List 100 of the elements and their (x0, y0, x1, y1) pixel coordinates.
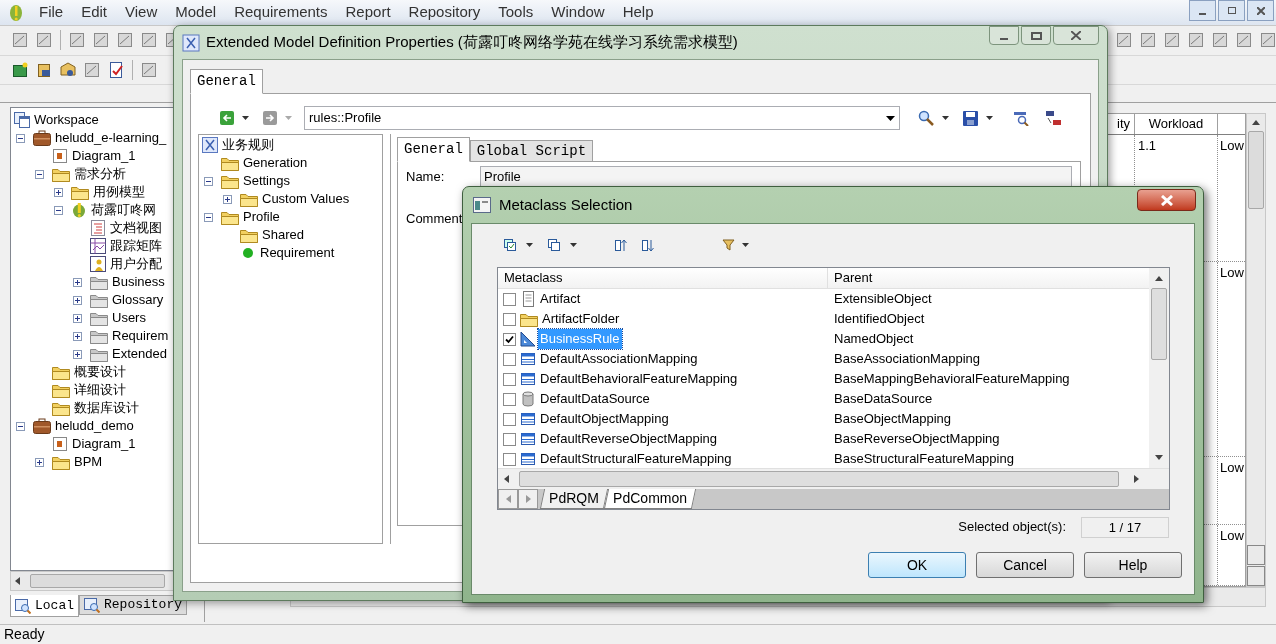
tree-item[interactable]: 跟踪矩阵 (110, 236, 162, 256)
tree-item[interactable]: Requirement (260, 243, 335, 263)
toolbar-icon[interactable] (117, 32, 133, 49)
list-item[interactable]: DefaultStructuralFeatureMapping (538, 449, 734, 469)
toolbar-icon[interactable] (93, 32, 109, 49)
tab[interactable]: Global Script (469, 140, 594, 162)
collapse-toggle-icon[interactable] (16, 133, 25, 143)
select-all-icon[interactable] (504, 239, 516, 251)
tree-item[interactable]: Business (112, 272, 165, 292)
tree-item[interactable]: 概要设计 (74, 362, 126, 382)
tree-item[interactable]: Generation (243, 153, 308, 173)
path-combo-box[interactable]: rules::Profile (304, 106, 900, 130)
sort-down-icon[interactable] (642, 238, 654, 252)
expand-toggle-icon[interactable] (223, 194, 232, 204)
tree-item[interactable]: Users (112, 308, 146, 328)
toolbar-icon[interactable] (1260, 32, 1276, 49)
expand-toggle-icon[interactable] (73, 277, 82, 287)
toolbar-icon[interactable] (108, 61, 124, 78)
vertical-scrollbar[interactable] (1149, 268, 1169, 468)
close-button[interactable] (1137, 189, 1196, 211)
menu-item[interactable]: Edit (72, 1, 117, 24)
tree-item[interactable]: Shared (262, 225, 304, 245)
spell-check-icon[interactable] (1013, 110, 1029, 126)
horizontal-scrollbar[interactable] (498, 468, 1169, 489)
tab[interactable]: General (190, 69, 263, 94)
expand-toggle-icon[interactable] (54, 187, 63, 197)
close-button[interactable] (1053, 26, 1099, 45)
toolbar-icon[interactable] (36, 61, 52, 78)
checkbox[interactable] (503, 292, 516, 306)
checkbox[interactable] (503, 412, 516, 426)
name-field[interactable]: Profile (480, 166, 1072, 187)
menu-item[interactable]: View (116, 1, 167, 24)
toolbar-icon[interactable] (1140, 32, 1156, 49)
tree-item[interactable]: Custom Values (262, 189, 350, 209)
sort-up-icon[interactable] (615, 238, 627, 252)
toolbar-icon[interactable] (141, 32, 157, 49)
toolbar-icon[interactable] (69, 32, 85, 49)
column-header[interactable]: Parent (828, 268, 1149, 288)
maximize-button[interactable] (1021, 26, 1051, 45)
dialog-button[interactable]: Help (1084, 552, 1182, 578)
list-item[interactable]: DefaultObjectMapping (538, 409, 671, 429)
dropdown-arrow-icon[interactable] (942, 116, 949, 120)
deselect-all-icon[interactable] (548, 239, 560, 251)
tree-item[interactable]: Extended (112, 344, 167, 364)
toolbar-icon[interactable] (36, 32, 52, 49)
tree-item[interactable]: 荷露叮咚网 (91, 200, 156, 220)
menu-item[interactable]: Report (336, 1, 400, 24)
list-item[interactable]: ArtifactFolder (540, 309, 622, 329)
save-icon[interactable] (963, 110, 978, 126)
tab[interactable]: General (397, 137, 470, 162)
collapse-toggle-icon[interactable] (35, 169, 44, 179)
menu-item[interactable]: Model (166, 1, 226, 24)
back-arrow-icon[interactable] (220, 111, 234, 125)
expand-toggle-icon[interactable] (73, 313, 82, 323)
toolbar-icon[interactable] (1212, 32, 1228, 49)
checkbox[interactable] (503, 452, 516, 466)
toolbar-icon[interactable] (12, 32, 28, 49)
tree-item[interactable]: Glossary (112, 290, 164, 310)
tree-item[interactable]: Workspace (34, 110, 99, 130)
list-item[interactable]: Artifact (538, 289, 583, 309)
menu-item[interactable]: Requirements (225, 1, 337, 24)
sheet-tab[interactable]: PdRQM (539, 489, 608, 509)
close-button[interactable] (1247, 0, 1274, 21)
tree-item[interactable]: 文档视图 (110, 218, 162, 238)
checkbox[interactable] (503, 332, 516, 346)
filter-icon[interactable] (722, 238, 736, 252)
toolbar-icon[interactable] (12, 61, 28, 78)
tree-item[interactable]: 用例模型 (93, 182, 145, 202)
expand-toggle-icon[interactable] (73, 331, 82, 341)
menu-item[interactable]: Window (542, 1, 614, 24)
tree-item[interactable]: Diagram_1 (72, 434, 136, 454)
dropdown-arrow-icon[interactable] (242, 116, 249, 120)
tree-item[interactable]: 详细设计 (74, 380, 126, 400)
vertical-scrollbar[interactable] (1246, 113, 1266, 587)
column-header[interactable]: Metaclass (498, 268, 828, 288)
dialog-button[interactable]: OK (868, 552, 966, 578)
collapse-toggle-icon[interactable] (204, 176, 213, 186)
checkbox[interactable] (503, 392, 516, 406)
toolbar-icon[interactable] (1188, 32, 1204, 49)
tree-item[interactable]: 业务规则 (222, 135, 274, 155)
forward-arrow-icon[interactable] (263, 111, 277, 125)
tree-item[interactable]: heludd_e-learning_ (55, 128, 167, 148)
tree-item[interactable]: heludd_demo (55, 416, 134, 436)
column-header[interactable]: Workload (1135, 114, 1218, 134)
list-item[interactable]: DefaultBehavioralFeatureMapping (538, 369, 740, 389)
collapse-toggle-icon[interactable] (204, 212, 213, 222)
tree-item[interactable]: Profile (243, 207, 280, 227)
tree-item[interactable]: 用户分配 (110, 254, 162, 274)
panel-tab[interactable]: Local (10, 595, 79, 617)
tree-item[interactable]: Requirem (112, 326, 169, 346)
search-icon[interactable] (918, 110, 934, 126)
toolbar-icon[interactable] (141, 61, 157, 78)
dropdown-arrow-icon[interactable] (742, 243, 749, 247)
toolbar-icon[interactable] (1116, 32, 1132, 49)
tree-item[interactable]: 需求分析 (74, 164, 126, 184)
restore-button[interactable] (1218, 0, 1245, 21)
collapse-toggle-icon[interactable] (54, 205, 63, 215)
tree-item[interactable]: 数据库设计 (74, 398, 139, 418)
tree-item[interactable]: Settings (243, 171, 290, 191)
checkbox[interactable] (503, 432, 516, 446)
